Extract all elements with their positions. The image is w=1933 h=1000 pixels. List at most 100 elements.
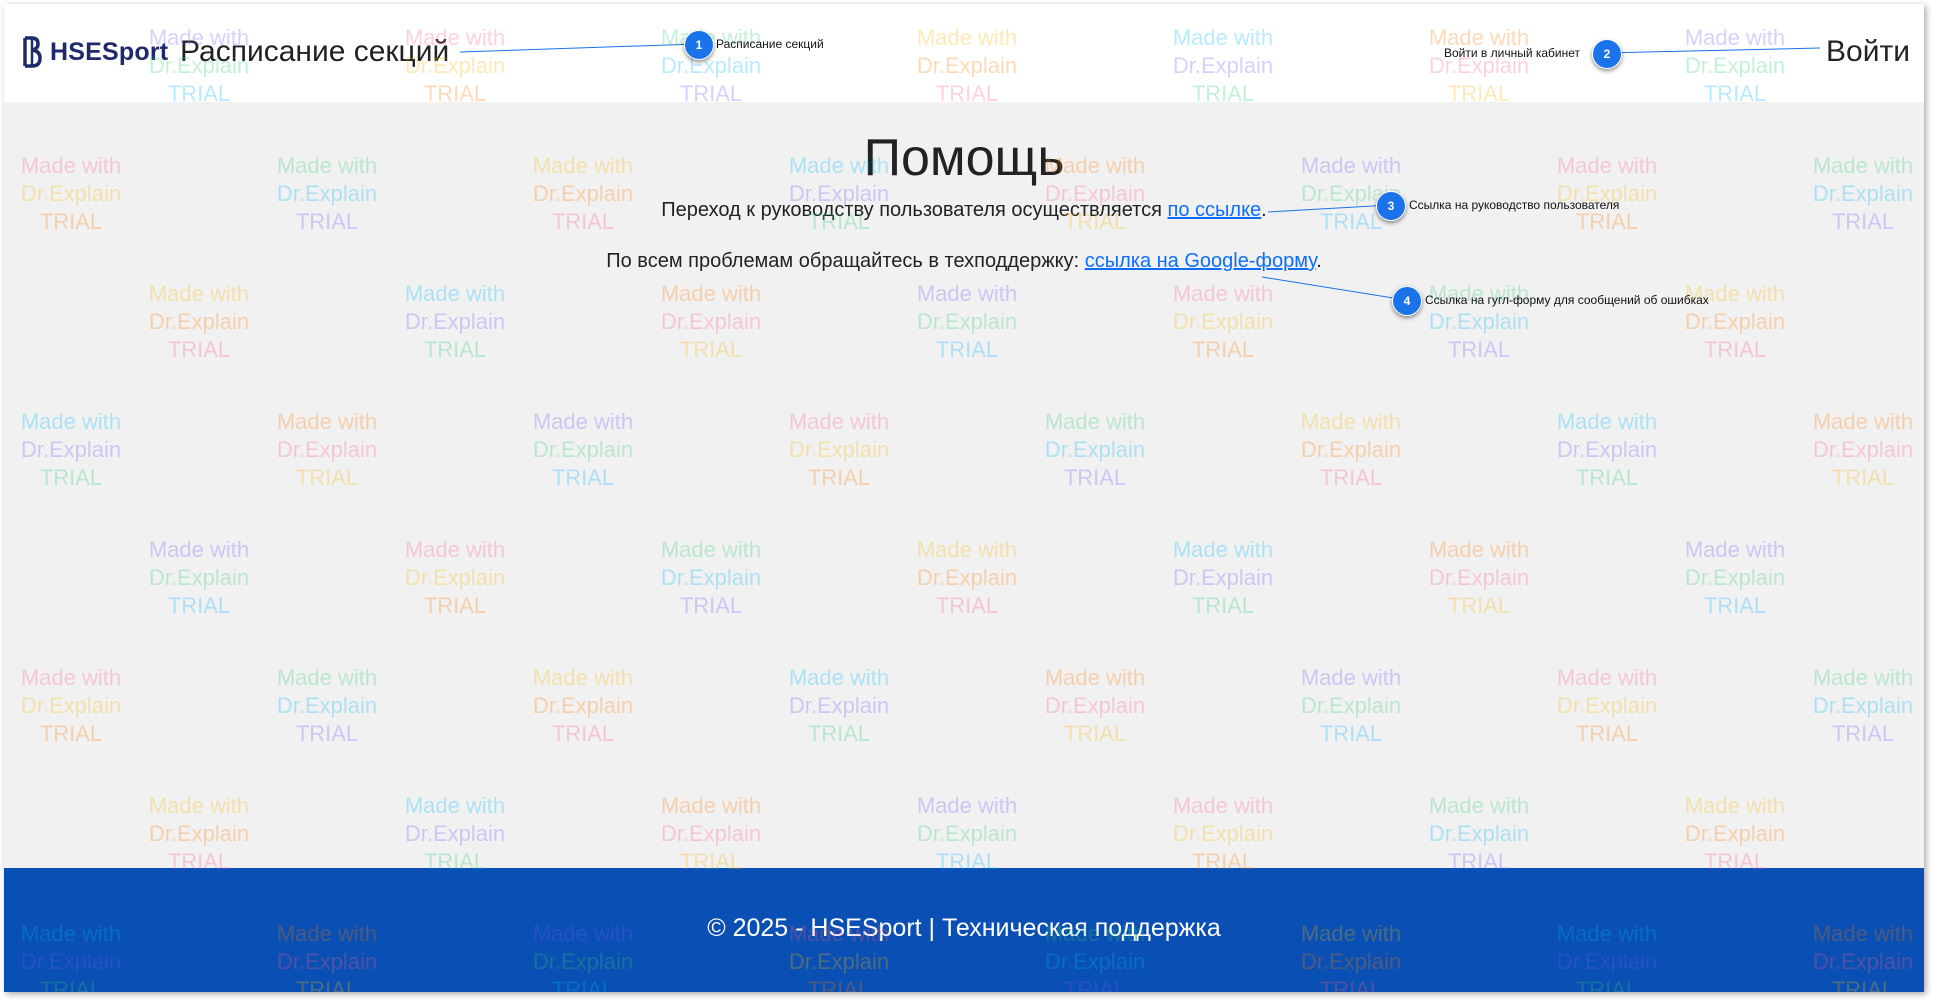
watermark: Made with Dr.Explain TRIAL bbox=[1665, 280, 1805, 364]
watermark: Made with Dr.Explain TRIAL bbox=[1793, 664, 1924, 748]
watermark-line: TRIAL bbox=[1063, 465, 1127, 490]
watermark: Made with Dr.Explain TRIAL bbox=[769, 664, 909, 748]
watermark: Made with Dr.Explain TRIAL bbox=[1409, 792, 1549, 876]
watermark-line: Made with bbox=[788, 409, 890, 434]
watermark-line: Dr.Explain bbox=[1556, 437, 1658, 462]
watermark-line: TRIAL bbox=[423, 593, 487, 618]
page-title: Помощь bbox=[863, 129, 1065, 187]
watermark-line: Dr.Explain bbox=[1812, 437, 1914, 462]
watermark-line: Dr.Explain bbox=[1172, 565, 1274, 590]
watermark: Made with Dr.Explain TRIAL bbox=[769, 408, 909, 492]
watermark-line: TRIAL bbox=[1575, 465, 1639, 490]
watermark-line: Made with bbox=[532, 409, 634, 434]
watermark-line: Dr.Explain bbox=[1428, 565, 1530, 590]
watermark: Made with Dr.Explain TRIAL bbox=[1409, 536, 1549, 620]
watermark-line: TRIAL bbox=[1831, 465, 1895, 490]
watermark-line: Dr.Explain bbox=[916, 309, 1018, 334]
user-guide-link[interactable]: по ссылке bbox=[1168, 199, 1262, 221]
watermark-line: TRIAL bbox=[807, 721, 871, 746]
watermark-line: Made with bbox=[148, 537, 250, 562]
watermark-line: TRIAL bbox=[1831, 721, 1895, 746]
watermark-line: TRIAL bbox=[679, 337, 743, 362]
hse-logo-icon bbox=[22, 36, 44, 68]
watermark-line: Made with bbox=[20, 665, 122, 690]
watermark-line: Made with bbox=[1172, 281, 1274, 306]
watermark-line: TRIAL bbox=[1575, 721, 1639, 746]
watermark-line: Made with bbox=[1684, 281, 1786, 306]
watermark: Made with Dr.Explain TRIAL bbox=[1153, 536, 1293, 620]
site-title-link[interactable]: Расписание секций bbox=[180, 35, 449, 69]
watermark: Made with Dr.Explain TRIAL bbox=[1665, 536, 1805, 620]
watermark-line: Made with bbox=[660, 537, 762, 562]
watermark-line: Made with bbox=[1300, 409, 1402, 434]
watermark-line: TRIAL bbox=[167, 337, 231, 362]
watermark-line: TRIAL bbox=[39, 465, 103, 490]
header: HSESport Расписание секций Войти bbox=[4, 4, 1924, 102]
watermark: Made with Dr.Explain TRIAL bbox=[257, 664, 397, 748]
watermark-line: Made with bbox=[916, 281, 1018, 306]
watermark-line: Made with bbox=[1428, 281, 1530, 306]
watermark: Made with Dr.Explain TRIAL bbox=[513, 408, 653, 492]
watermark: Made with Dr.Explain TRIAL bbox=[641, 536, 781, 620]
watermark-line: Dr.Explain bbox=[276, 693, 378, 718]
watermark-line: Dr.Explain bbox=[1172, 821, 1274, 846]
watermark-line: Dr.Explain bbox=[1428, 309, 1530, 334]
watermark-line: TRIAL bbox=[1319, 721, 1383, 746]
watermark-line: Made with bbox=[404, 793, 506, 818]
watermark-line: Dr.Explain bbox=[1684, 565, 1786, 590]
google-form-link[interactable]: ссылка на Google-форму bbox=[1085, 250, 1316, 272]
watermark-line: Dr.Explain bbox=[1556, 693, 1658, 718]
watermark-line: Made with bbox=[1172, 793, 1274, 818]
watermark: Made with Dr.Explain TRIAL bbox=[1281, 408, 1421, 492]
watermark: Made with Dr.Explain TRIAL bbox=[257, 408, 397, 492]
watermark-line: Made with bbox=[276, 665, 378, 690]
watermark-line: Dr.Explain bbox=[276, 437, 378, 462]
watermark: Made with Dr.Explain TRIAL bbox=[129, 536, 269, 620]
watermark-line: Made with bbox=[532, 665, 634, 690]
watermark-line: Made with bbox=[916, 537, 1018, 562]
watermark-line: Dr.Explain bbox=[788, 437, 890, 462]
watermark-line: Made with bbox=[148, 793, 250, 818]
watermark-line: TRIAL bbox=[551, 721, 615, 746]
watermark-line: Made with bbox=[1044, 409, 1146, 434]
watermark-line: Made with bbox=[1556, 665, 1658, 690]
watermark-line: TRIAL bbox=[1191, 337, 1255, 362]
watermark: Made with Dr.Explain TRIAL bbox=[1025, 664, 1165, 748]
watermark-line: Dr.Explain bbox=[1684, 821, 1786, 846]
watermark-line: TRIAL bbox=[807, 465, 871, 490]
watermark-line: Dr.Explain bbox=[660, 309, 762, 334]
watermark: Made with Dr.Explain TRIAL bbox=[385, 280, 525, 364]
watermark-line: Made with bbox=[1428, 793, 1530, 818]
watermark-line: TRIAL bbox=[1703, 337, 1767, 362]
watermark: Made with Dr.Explain TRIAL bbox=[897, 536, 1037, 620]
support-text: По всем проблемам обращайтесь в техподде… bbox=[606, 250, 1085, 272]
footer: © 2025 - HSESport | Техническая поддержк… bbox=[4, 868, 1924, 992]
watermark-line: Dr.Explain bbox=[20, 437, 122, 462]
watermark-line: Dr.Explain bbox=[148, 565, 250, 590]
watermark-line: TRIAL bbox=[167, 593, 231, 618]
watermark-line: Dr.Explain bbox=[1812, 693, 1914, 718]
logo-link[interactable]: HSESport bbox=[22, 36, 168, 68]
watermark-line: Dr.Explain bbox=[532, 693, 634, 718]
login-link[interactable]: Войти bbox=[1826, 35, 1910, 69]
watermark-line: TRIAL bbox=[1191, 593, 1255, 618]
watermark-line: TRIAL bbox=[1319, 465, 1383, 490]
watermark: Made with Dr.Explain TRIAL bbox=[1153, 280, 1293, 364]
watermark-line: Dr.Explain bbox=[660, 565, 762, 590]
watermark-line: Made with bbox=[788, 665, 890, 690]
watermark: Made with Dr.Explain TRIAL bbox=[129, 792, 269, 876]
watermark-line: Dr.Explain bbox=[1300, 437, 1402, 462]
watermark-line: Dr.Explain bbox=[1684, 309, 1786, 334]
watermark-line: Made with bbox=[1556, 409, 1658, 434]
watermark: Made with Dr.Explain TRIAL bbox=[385, 536, 525, 620]
watermark: Made with Dr.Explain TRIAL bbox=[129, 280, 269, 364]
watermark-line: Dr.Explain bbox=[1044, 437, 1146, 462]
watermark: Made with Dr.Explain TRIAL bbox=[1281, 664, 1421, 748]
watermark-line: TRIAL bbox=[39, 721, 103, 746]
watermark-line: Dr.Explain bbox=[404, 565, 506, 590]
watermark: Made with Dr.Explain TRIAL bbox=[1793, 408, 1924, 492]
watermark-line: Made with bbox=[276, 409, 378, 434]
watermark-line: Made with bbox=[404, 281, 506, 306]
watermark-line: Made with bbox=[1172, 537, 1274, 562]
watermark-line: Made with bbox=[1300, 665, 1402, 690]
